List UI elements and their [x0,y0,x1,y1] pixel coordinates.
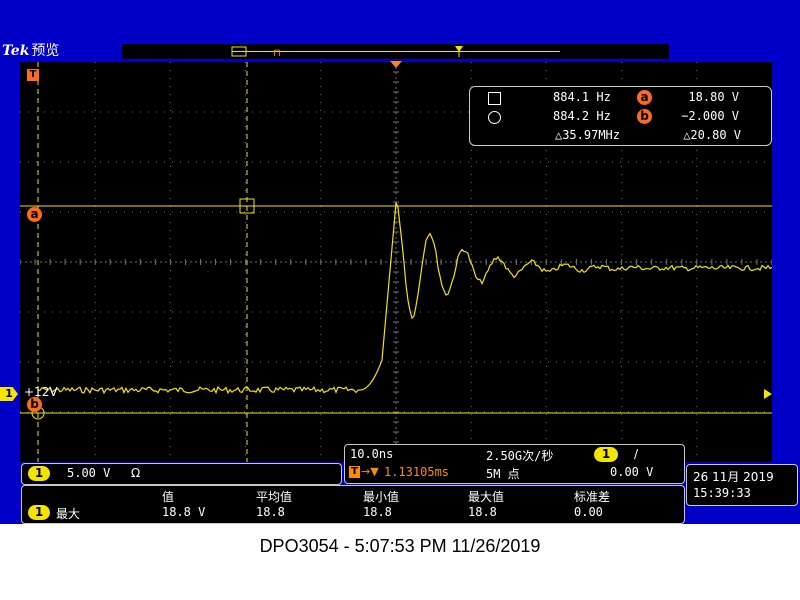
screenshot-caption: DPO3054 - 5:07:53 PM 11/26/2019 [259,536,541,556]
measurement-panel[interactable]: 值 平均值 最小值 最大值 标准差 1 最大 18.8 V 18.8 18.8 … [21,485,685,524]
trigger-level-label: 0.00 V [610,465,654,479]
circle-cursor-icon [488,111,501,124]
channel-1-badge: 1 [28,466,50,481]
record-trigger-glyph: ⊓ [273,48,281,59]
measurement-mean: 18.8 [256,505,285,519]
measurement-max: 18.8 [468,505,497,519]
tek-logo: Tek [2,43,30,59]
record-view-graphic: ⊓ [231,46,560,59]
cursor-delta-frequency: △35.97MHz [554,128,620,142]
brand-label: Tek 预览 [0,43,59,60]
measurement-value: 18.8 V [162,505,206,519]
cursor-readout-panel[interactable]: 884.1 Hz a 18.80 V 884.2 Hz b −2.000 V △… [469,86,772,146]
square-cursor-icon [488,92,501,105]
measurement-header-max: 最大值 [468,490,505,504]
cursor-b-badge: b [637,109,652,124]
date-label: 26 11月 2019 [693,470,774,484]
measurement-header-stddev: 标准差 [574,490,611,504]
channel-1-scale-panel[interactable]: 1 5.00 V Ω [21,463,342,485]
horizontal-trigger-panel[interactable]: 10.0ns 2.50G次/秒 1 / T →▼ 1.13105ms 5M 点 … [344,444,685,484]
measurement-stddev: 0.00 [574,505,603,519]
trigger-slope-icon: / [634,447,639,461]
record-length-label: 5M 点 [486,467,520,481]
cursor-b-level-marker[interactable]: b [27,397,42,412]
channel-1-level-label: +12V [24,385,58,399]
channel-1-volts-per-div: 5.00 V [67,466,111,480]
cursor-delta-voltage: △20.80 V [683,128,741,142]
record-view-bar[interactable]: ⊓ [122,44,669,59]
timebase-label: 10.0ns [350,447,394,461]
trigger-position-time: 1.13105ms [384,465,450,479]
measurement-header-mean: 平均值 [256,490,293,504]
ohm-icon: Ω [131,466,141,480]
measurement-header-min: 最小值 [363,490,400,504]
trigger-channel-badge: 1 [594,447,618,462]
cursor-a-badge: a [637,90,652,105]
measurement-header-value: 值 [162,490,175,504]
cursor-b-voltage: −2.000 V [681,109,739,123]
trigger-position-arrow-icon: →▼ [361,465,379,478]
time-label: 15:39:33 [693,486,751,500]
date-time-panel: 26 11月 2019 15:39:33 [686,464,798,506]
measurement-channel-badge: 1 [28,505,50,520]
channel-1-ground-marker[interactable]: 1 [0,387,18,401]
cursor-a-level-marker[interactable]: a [27,207,42,222]
measurement-type-label: 最大 [56,507,81,521]
cursor-b-frequency: 884.2 Hz [553,109,611,123]
channel-1-waveform [37,202,772,395]
oscilloscope-display: Tek 预览 ⊓ 884.1 Hz a 18.80 V 884.2 Hz b −… [0,0,800,524]
acquisition-mode: 预览 [31,43,60,59]
cursor-a-voltage: 18.80 V [688,90,739,104]
cursor-a-frequency: 884.1 Hz [553,90,611,104]
trigger-position-marker[interactable]: T [27,69,39,81]
sample-rate-label: 2.50G次/秒 [486,449,554,463]
measurement-min: 18.8 [363,505,392,519]
waveform-graticule[interactable]: 884.1 Hz a 18.80 V 884.2 Hz b −2.000 V △… [20,62,772,462]
trigger-position-icon: T [349,466,360,478]
